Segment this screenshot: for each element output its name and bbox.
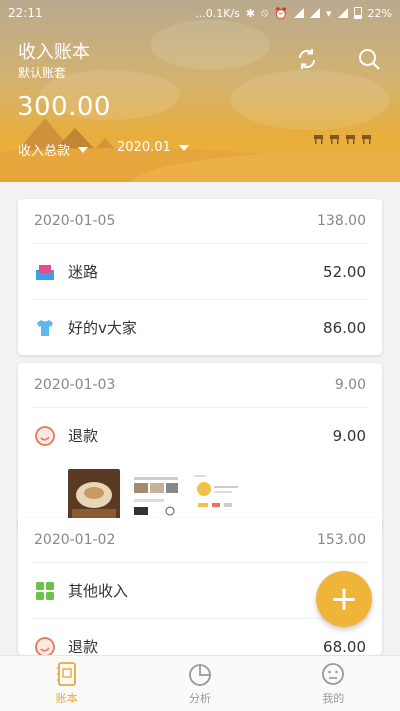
bluetooth-icon: ✱ xyxy=(245,6,256,20)
list-item[interactable]: 好的v大家 86.00 xyxy=(32,299,368,355)
header-banner: 22:11 ...0.1K/s ✱ ⦸ ⏰ ▾ 22% 收入账本 默认账套 30… xyxy=(0,0,400,182)
signal-icon xyxy=(310,8,321,18)
search-icon[interactable] xyxy=(356,46,382,72)
nav-item-ledger[interactable]: 账本 xyxy=(0,656,133,711)
signal-icon xyxy=(337,8,348,18)
total-amount: 300.00 xyxy=(17,92,111,122)
day-header: 2020-01-05 138.00 xyxy=(18,199,382,243)
attachment-thumbnail[interactable] xyxy=(68,469,120,521)
bottom-nav: 账本 分析 我的 xyxy=(0,655,400,711)
item-label: 退款 xyxy=(68,638,99,655)
status-time: 22:11 xyxy=(8,6,43,20)
refund-icon xyxy=(34,636,56,655)
shirt-icon xyxy=(34,317,56,339)
cloud-decoration xyxy=(150,20,270,70)
nav-label: 账本 xyxy=(55,692,78,705)
nav-label: 我的 xyxy=(322,692,345,705)
day-sum: 153.00 xyxy=(317,532,366,548)
plus-icon: + xyxy=(329,579,359,619)
pie-chart-icon xyxy=(189,664,211,686)
item-label: 迷路 xyxy=(68,263,99,281)
nav-label: 分析 xyxy=(188,692,211,705)
list-item[interactable]: 退款 9.00 xyxy=(32,407,368,463)
alarm-icon: ⏰ xyxy=(274,6,289,20)
item-label: 退款 xyxy=(68,427,99,445)
month-label: 2020.01 xyxy=(117,140,171,155)
month-selector[interactable]: 2020.01 xyxy=(117,140,189,155)
wallet-icon xyxy=(34,261,56,283)
add-record-button[interactable]: + xyxy=(316,571,372,627)
network-speed: ...0.1K/s xyxy=(195,6,240,20)
list-item[interactable]: 退款 68.00 xyxy=(32,618,368,655)
battery-level: 22% xyxy=(367,6,392,20)
day-header: 2020-01-03 9.00 xyxy=(18,363,382,407)
refresh-icon[interactable] xyxy=(294,46,320,72)
profile-icon xyxy=(322,663,345,685)
item-label: 其他收入 xyxy=(68,582,129,600)
signal-icon xyxy=(294,8,305,18)
item-amount: 86.00 xyxy=(323,318,366,337)
day-card: 2020-01-05 138.00 迷路 52.00 好的v大家 86.00 xyxy=(18,199,382,355)
nav-item-profile[interactable]: 我的 xyxy=(267,656,400,711)
day-sum: 138.00 xyxy=(317,213,366,229)
item-amount: 9.00 xyxy=(332,426,366,445)
list-item[interactable]: 迷路 52.00 xyxy=(32,243,368,299)
grid-icon xyxy=(34,580,56,602)
mute-icon: ⦸ xyxy=(261,6,269,19)
attachment-thumbnail[interactable] xyxy=(130,469,182,521)
day-date: 2020-01-03 xyxy=(34,377,116,393)
day-card: 2020-01-03 9.00 退款 9.00 xyxy=(18,363,382,531)
day-header: 2020-01-02 153.00 xyxy=(18,518,382,562)
total-type-label: 收入总款 xyxy=(18,144,71,159)
battery-icon xyxy=(353,7,362,19)
day-date: 2020-01-05 xyxy=(34,213,116,229)
ledger-subtitle[interactable]: 默认账套 xyxy=(18,64,66,81)
day-sum: 9.00 xyxy=(334,377,366,393)
total-type-selector[interactable]: 收入总款 xyxy=(18,140,89,159)
ledger-icon xyxy=(56,662,76,686)
chevron-down-icon xyxy=(178,144,189,151)
item-label: 好的v大家 xyxy=(68,319,137,337)
item-amount: 68.00 xyxy=(323,637,366,656)
status-bar: 22:11 ...0.1K/s ✱ ⦸ ⏰ ▾ 22% xyxy=(0,0,400,26)
wifi-icon: ▾ xyxy=(326,6,332,20)
attachment-thumbnail[interactable] xyxy=(192,469,244,521)
chevron-down-icon xyxy=(78,146,89,153)
refund-icon xyxy=(34,425,56,447)
nav-item-analysis[interactable]: 分析 xyxy=(133,656,266,711)
item-amount: 52.00 xyxy=(323,262,366,281)
day-date: 2020-01-02 xyxy=(34,532,116,548)
page-title: 收入账本 xyxy=(18,42,90,63)
